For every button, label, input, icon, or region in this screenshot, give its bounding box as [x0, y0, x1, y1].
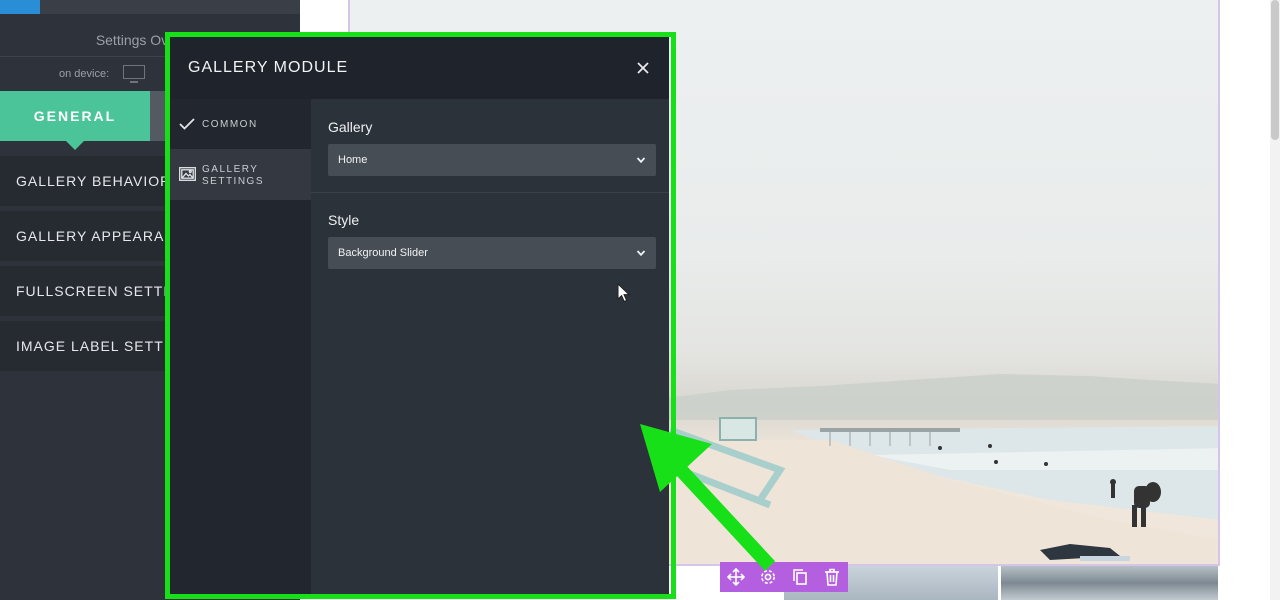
close-icon	[637, 62, 649, 74]
gallery-select[interactable]: Home	[328, 144, 656, 176]
on-device-label: on device:	[59, 68, 110, 80]
active-tab-indicator	[66, 141, 84, 150]
style-field-label: Style	[328, 212, 360, 228]
image-icon	[179, 167, 196, 181]
copy-icon[interactable]	[784, 562, 816, 592]
gallery-select-value: Home	[338, 154, 368, 166]
nav-item-common[interactable]: COMMON	[170, 99, 311, 149]
gallery-module-dialog: GALLERY MODULE COMMON GALLERY SETTINGS G…	[170, 37, 669, 594]
style-select-value: Background Slider	[338, 247, 428, 259]
nav-label-common: COMMON	[202, 119, 258, 130]
nav-label-line: SETTINGS	[202, 176, 265, 187]
check-icon	[179, 118, 195, 130]
divider	[311, 192, 669, 193]
dialog-title: GALLERY MODULE	[188, 59, 349, 76]
module-toolbar	[720, 562, 848, 592]
style-select[interactable]: Background Slider	[328, 237, 656, 269]
trash-icon[interactable]	[816, 562, 848, 592]
gear-icon[interactable]	[752, 562, 784, 592]
tab-general[interactable]: GENERAL	[0, 91, 150, 141]
nav-item-gallery-settings[interactable]: GALLERY SETTINGS	[170, 149, 311, 200]
move-icon[interactable]	[720, 562, 752, 592]
chevron-down-icon	[636, 157, 646, 164]
dialog-content: Gallery Home Style Background Slider	[311, 99, 669, 594]
chevron-down-icon	[636, 250, 646, 257]
top-bar	[0, 0, 300, 14]
nav-label-line: GALLERY	[202, 164, 259, 175]
scrollbar-thumb[interactable]	[1271, 0, 1279, 140]
gallery-field-label: Gallery	[328, 119, 373, 135]
dialog-nav: COMMON GALLERY SETTINGS	[170, 99, 311, 594]
desktop-device-icon[interactable]	[123, 65, 145, 83]
gallery-thumbnail[interactable]	[1001, 566, 1218, 600]
top-bar-accent[interactable]	[0, 0, 40, 14]
dialog-header: GALLERY MODULE	[170, 37, 669, 99]
close-button[interactable]	[632, 57, 654, 79]
nav-label-gallery-settings: GALLERY SETTINGS	[202, 164, 264, 188]
